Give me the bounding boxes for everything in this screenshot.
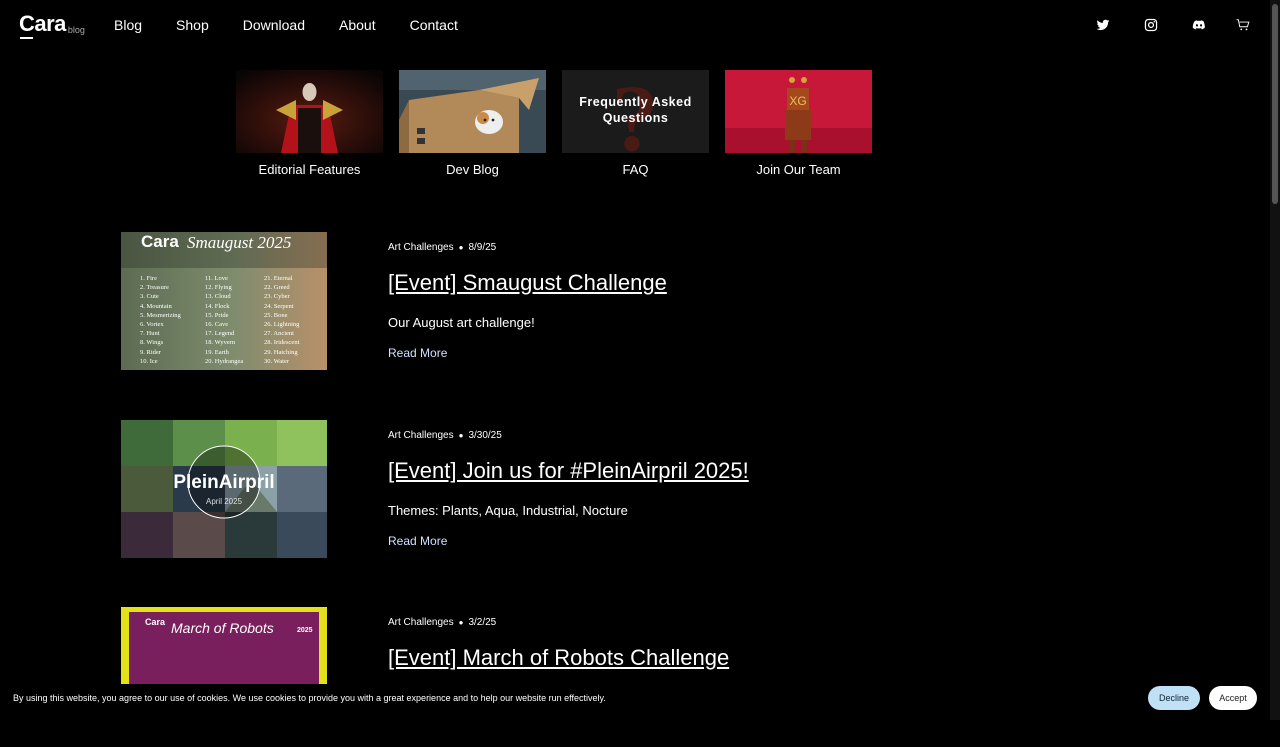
site-header: Cara blog Blog Shop Download About Conta… xyxy=(0,0,1270,50)
read-more-link[interactable]: Read More xyxy=(388,346,447,360)
main-nav: Blog Shop Download About Contact xyxy=(114,17,492,33)
card-label: Editorial Features xyxy=(258,162,361,177)
post-description: Our August art challenge! xyxy=(388,315,535,330)
post-date: 3/30/25 xyxy=(468,430,502,441)
card-editorial-features[interactable]: Editorial Features xyxy=(236,70,383,177)
post-meta: Art Challenges ● 3/2/25 xyxy=(388,617,496,628)
post-thumbnail[interactable]: Cara March of Robots 2025 xyxy=(121,607,327,684)
discord-icon[interactable] xyxy=(1192,18,1206,32)
card-label: FAQ xyxy=(622,162,649,177)
instagram-icon[interactable] xyxy=(1144,18,1158,32)
post-thumbnail[interactable]: PleinAirpril April 2025 xyxy=(121,420,327,558)
nav-download[interactable]: Download xyxy=(243,17,305,33)
post-thumbnail[interactable]: Cara Smaugust 2025 1. Fire 2. Treasure 3. … xyxy=(121,232,327,370)
logo-subtitle: blog xyxy=(67,25,85,35)
decline-button[interactable]: Decline xyxy=(1148,686,1200,710)
thumb-heading: March of Robots xyxy=(171,620,274,636)
feature-cards: Editorial Features Dev Blog ? Frequently… xyxy=(236,70,888,177)
page-scrollbar[interactable] xyxy=(1270,0,1280,720)
thumb-subheading: April 2025 xyxy=(205,497,243,506)
blog-post: PleinAirpril April 2025 Art Challenges ●… xyxy=(121,420,1021,560)
read-more-link[interactable]: Read More xyxy=(388,534,447,548)
blog-post: Cara March of Robots 2025 Art Challenges… xyxy=(121,607,1021,747)
nav-contact[interactable]: Contact xyxy=(410,17,458,33)
meta-separator: ● xyxy=(458,243,464,252)
cart-icon[interactable] xyxy=(1235,18,1251,32)
card-label: Dev Blog xyxy=(446,162,499,177)
card-join-our-team[interactable]: XG Join Our Team xyxy=(725,70,872,177)
post-category: Art Challenges xyxy=(388,242,454,253)
nav-about[interactable]: About xyxy=(339,17,376,33)
meta-separator: ● xyxy=(458,618,464,627)
accept-button[interactable]: Accept xyxy=(1209,686,1257,710)
card-label: Join Our Team xyxy=(756,162,841,177)
scrollbar-thumb[interactable] xyxy=(1272,4,1278,204)
svg-text:XG: XG xyxy=(789,94,806,108)
faq-overlay-text: Frequently Asked Questions xyxy=(579,95,692,125)
twitter-icon[interactable] xyxy=(1096,18,1110,32)
dev-blog-image xyxy=(399,70,546,153)
logo-text: Cara xyxy=(19,11,66,39)
thumb-year: 2025 xyxy=(297,627,313,634)
post-title[interactable]: [Event] Smaugust Challenge xyxy=(388,270,667,296)
thumb-list-col-3: 21. Eternal 22. Greed 23. Cyber 24. Serpent… xyxy=(264,275,300,365)
nav-blog[interactable]: Blog xyxy=(114,17,142,33)
post-category: Art Challenges xyxy=(388,617,454,628)
blog-post: Cara Smaugust 2025 1. Fire 2. Treasure 3. … xyxy=(121,232,1021,372)
thumb-heading: PleinAirpril xyxy=(173,472,275,493)
thumb-list-col-2: 11. Love 12. Flying 13. Cloud 14. Flock 15. … xyxy=(205,275,244,365)
card-dev-blog[interactable]: Dev Blog xyxy=(399,70,546,177)
cookie-message: By using this website, you agree to our … xyxy=(13,693,606,703)
post-title[interactable]: [Event] Join us for #PleinAirpril 2025! xyxy=(388,458,749,484)
cara-logo[interactable]: Cara blog xyxy=(19,11,85,39)
post-date: 3/2/25 xyxy=(468,617,497,628)
card-faq[interactable]: ? Frequently Asked Questions FAQ xyxy=(562,70,709,177)
faq-image: ? Frequently Asked Questions xyxy=(562,70,709,153)
editorial-features-image xyxy=(236,70,383,153)
nav-shop[interactable]: Shop xyxy=(176,17,209,33)
post-category: Art Challenges xyxy=(388,430,454,441)
thumb-brand: Cara xyxy=(141,232,179,251)
meta-separator: ● xyxy=(458,431,464,440)
post-meta: Art Challenges ● 8/9/25 xyxy=(388,242,496,253)
thumb-list-col-1: 1. Fire 2. Treasure 3. Cute 4. Mountain 5. M… xyxy=(140,275,181,365)
post-description: Themes: Plants, Aqua, Industrial, Noctur… xyxy=(388,503,628,518)
thumb-brand: Cara xyxy=(145,617,166,627)
post-meta: Art Challenges ● 3/30/25 xyxy=(388,430,502,441)
cookie-banner: By using this website, you agree to our … xyxy=(0,684,1270,720)
join-our-team-image: XG xyxy=(725,70,872,153)
thumb-heading: Smaugust 2025 xyxy=(187,233,292,252)
post-title[interactable]: [Event] March of Robots Challenge xyxy=(388,645,729,671)
post-date: 8/9/25 xyxy=(468,242,497,253)
